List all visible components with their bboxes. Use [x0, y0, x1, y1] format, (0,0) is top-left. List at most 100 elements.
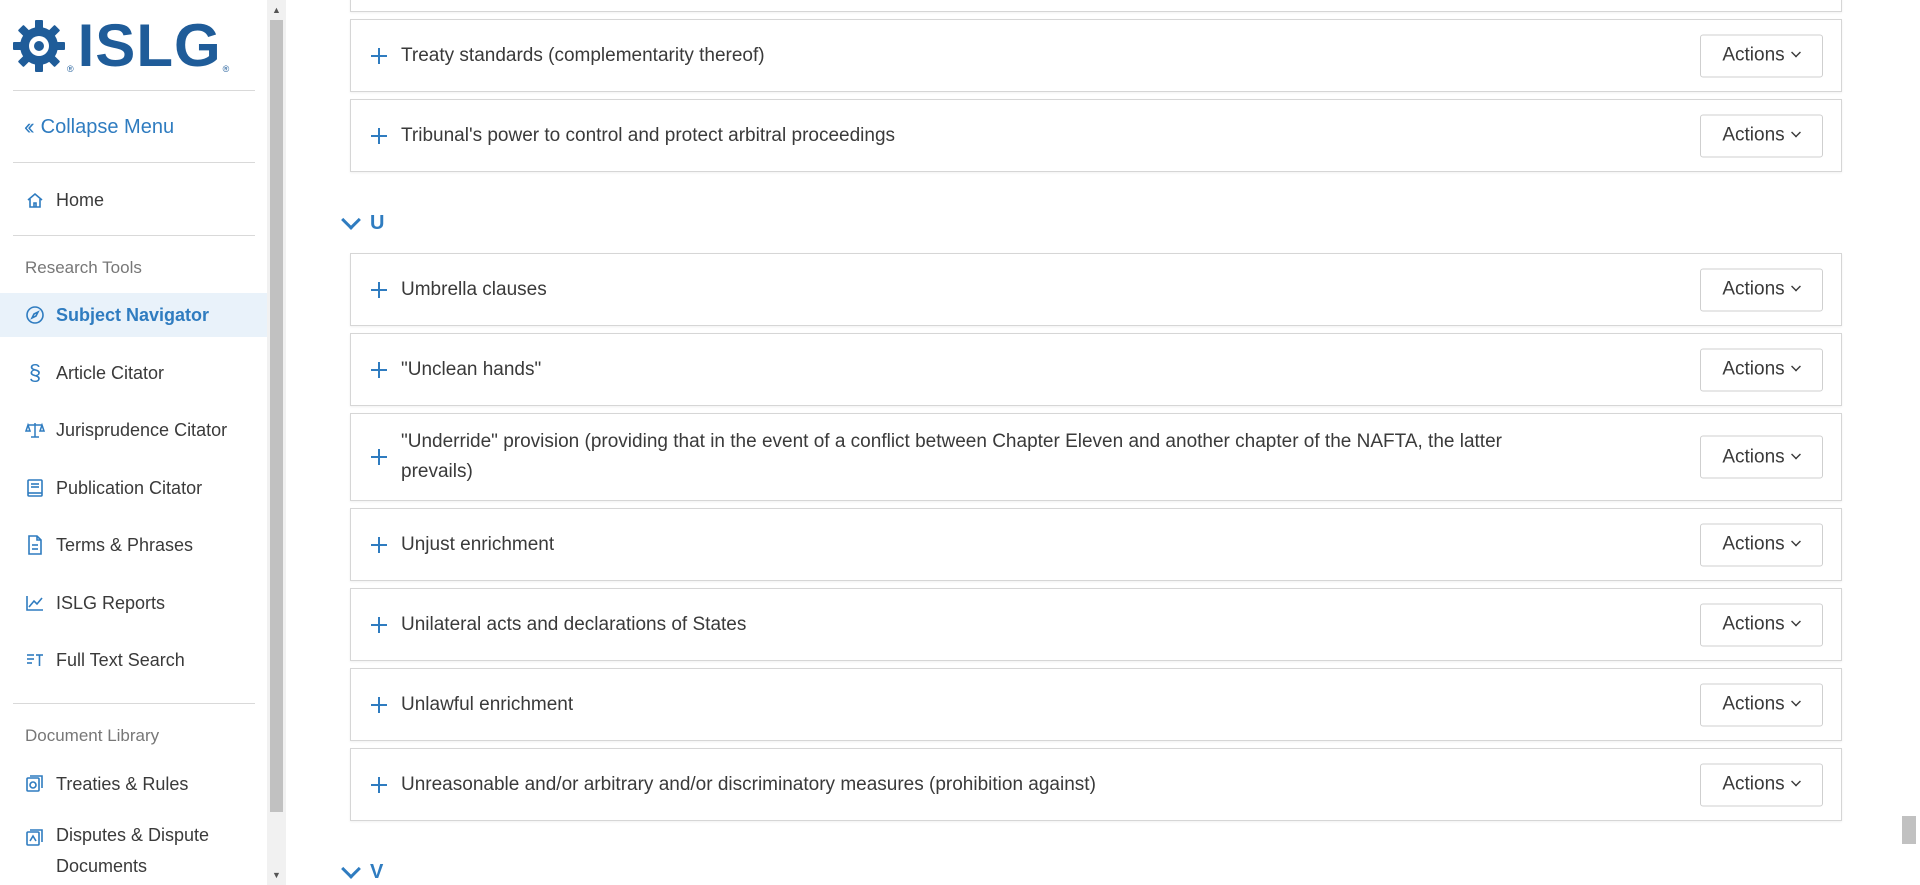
- subject-title[interactable]: Unilateral acts and declarations of Stat…: [401, 610, 1531, 640]
- actions-label: Actions: [1722, 124, 1785, 146]
- sidebar-divider: [13, 703, 255, 704]
- chevron-down-icon: [1790, 361, 1801, 372]
- page-scrollbar[interactable]: [1898, 0, 1920, 885]
- letter-section-toggle-u[interactable]: U: [340, 210, 385, 235]
- sidebar-item-article-citator[interactable]: § Article Citator: [0, 351, 267, 395]
- double-chevron-left-icon: ‹‹: [24, 114, 34, 139]
- list-item[interactable]: Unreasonable and/or arbitrary and/or dis…: [350, 748, 1842, 821]
- expand-plus-icon[interactable]: [371, 281, 387, 298]
- sidebar-item-label: Publication Citator: [56, 477, 203, 498]
- list-item[interactable]: Treaty standards (complementarity thereo…: [350, 19, 1842, 92]
- page-scrollbar-thumb[interactable]: [1902, 816, 1916, 844]
- logo-registered-mark-2: ®: [222, 64, 230, 74]
- chevron-down-icon: [1790, 47, 1801, 58]
- subject-title[interactable]: "Unclean hands": [401, 355, 1531, 385]
- sidebar-item-label: ISLG Reports: [56, 592, 166, 613]
- sidebar-item-full-text-search[interactable]: Full Text Search: [0, 638, 267, 682]
- expand-plus-icon[interactable]: [371, 449, 387, 465]
- expand-plus-icon[interactable]: [371, 776, 387, 793]
- chevron-down-icon: [1790, 281, 1801, 292]
- scroll-down-arrow-icon[interactable]: ▼: [267, 867, 286, 883]
- actions-button[interactable]: Actions: [1700, 114, 1823, 157]
- collapse-menu-label: Collapse Menu: [40, 115, 175, 138]
- expand-plus-icon[interactable]: [371, 127, 387, 144]
- expand-plus-icon[interactable]: [371, 696, 387, 713]
- book-icon: [23, 476, 47, 500]
- expand-plus-icon[interactable]: [371, 536, 387, 553]
- chart-icon: [23, 591, 47, 615]
- list-item-partial: [350, 0, 1842, 12]
- actions-button[interactable]: Actions: [1700, 523, 1823, 566]
- sidebar-item-subject-navigator[interactable]: Subject Navigator: [0, 293, 267, 337]
- scales-icon: [23, 418, 47, 442]
- sidebar-divider: [13, 90, 255, 91]
- letter-heading: V: [370, 861, 384, 883]
- sidebar-item-home[interactable]: Home: [0, 178, 267, 222]
- subject-title[interactable]: Unlawful enrichment: [401, 690, 1531, 720]
- list-item[interactable]: Unilateral acts and declarations of Stat…: [350, 588, 1842, 661]
- list-item[interactable]: Tribunal's power to control and protect …: [350, 99, 1842, 172]
- sidebar-item-terms-phrases[interactable]: Terms & Phrases: [0, 523, 267, 567]
- subject-list: Treaty standards (complementarity thereo…: [286, 0, 1898, 885]
- letter-section-toggle-v[interactable]: V: [340, 859, 384, 884]
- treaty-icon: [23, 772, 47, 796]
- sidebar-item-label: Article Citator: [56, 362, 165, 383]
- chevron-down-icon: [1790, 536, 1801, 547]
- chevron-down-icon: [1790, 127, 1801, 138]
- subject-title[interactable]: Treaty standards (complementarity thereo…: [401, 41, 1531, 71]
- letter-heading: U: [370, 212, 385, 234]
- actions-button[interactable]: Actions: [1700, 34, 1823, 77]
- actions-label: Actions: [1722, 278, 1785, 300]
- sidebar-item-jurisprudence-citator[interactable]: Jurisprudence Citator: [0, 408, 267, 452]
- list-item[interactable]: "Underride" provision (providing that in…: [350, 413, 1842, 501]
- sidebar-item-label: Terms & Phrases: [56, 534, 194, 555]
- list-item[interactable]: Umbrella clauses Actions: [350, 253, 1842, 326]
- compass-icon: [23, 303, 47, 327]
- list-item[interactable]: Unjust enrichment Actions: [350, 508, 1842, 581]
- islg-logo[interactable]: ® ISLG ®: [12, 16, 229, 76]
- sidebar-item-label: Home: [56, 189, 105, 210]
- sidebar-item-label: Treaties & Rules: [56, 773, 189, 794]
- actions-label: Actions: [1722, 358, 1785, 380]
- expand-plus-icon[interactable]: [371, 616, 387, 633]
- chevron-down-icon: [1790, 696, 1801, 707]
- sidebar-item-label: Full Text Search: [56, 649, 185, 670]
- sidebar-item-islg-reports[interactable]: ISLG Reports: [0, 581, 267, 625]
- actions-button[interactable]: Actions: [1700, 268, 1823, 311]
- section-icon: §: [28, 360, 42, 385]
- sidebar-scrollbar[interactable]: ▲ ▼: [267, 0, 286, 885]
- subject-title[interactable]: "Underride" provision (providing that in…: [401, 427, 1531, 487]
- actions-button[interactable]: Actions: [1700, 763, 1823, 806]
- actions-label: Actions: [1722, 44, 1785, 66]
- actions-button[interactable]: Actions: [1700, 683, 1823, 726]
- actions-label: Actions: [1722, 446, 1785, 467]
- actions-button[interactable]: Actions: [1700, 348, 1823, 391]
- sidebar-item-label: Jurisprudence Citator: [56, 419, 228, 440]
- home-icon: [23, 188, 47, 212]
- subject-title[interactable]: Unjust enrichment: [401, 530, 1531, 560]
- list-item[interactable]: Unlawful enrichment Actions: [350, 668, 1842, 741]
- expand-plus-icon[interactable]: [371, 361, 387, 378]
- sidebar-divider: [13, 162, 255, 163]
- sidebar-item-label: Subject Navigator: [56, 304, 210, 325]
- actions-button[interactable]: Actions: [1700, 603, 1823, 646]
- sidebar-item-treaties-rules[interactable]: Treaties & Rules: [0, 762, 267, 806]
- chevron-down-icon: [1790, 776, 1801, 787]
- sidebar-scrollbar-thumb[interactable]: [270, 20, 283, 812]
- scroll-up-arrow-icon[interactable]: ▲: [267, 2, 286, 18]
- collapse-menu-button[interactable]: ‹‹ Collapse Menu: [24, 114, 174, 140]
- chevron-down-icon: [341, 859, 361, 879]
- subject-title[interactable]: Umbrella clauses: [401, 275, 1531, 305]
- dispute-icon: [23, 826, 47, 850]
- text-search-icon: [23, 648, 47, 672]
- sidebar-divider: [13, 235, 255, 236]
- actions-label: Actions: [1722, 613, 1785, 635]
- sidebar-item-publication-citator[interactable]: Publication Citator: [0, 466, 267, 510]
- subject-title[interactable]: Unreasonable and/or arbitrary and/or dis…: [401, 770, 1531, 800]
- sidebar-item-disputes-documents[interactable]: Disputes & Dispute Documents: [0, 824, 267, 885]
- list-item[interactable]: "Unclean hands" Actions: [350, 333, 1842, 406]
- actions-button[interactable]: Actions: [1700, 435, 1823, 479]
- document-icon: [23, 533, 47, 557]
- subject-title[interactable]: Tribunal's power to control and protect …: [401, 121, 1531, 151]
- expand-plus-icon[interactable]: [371, 47, 387, 64]
